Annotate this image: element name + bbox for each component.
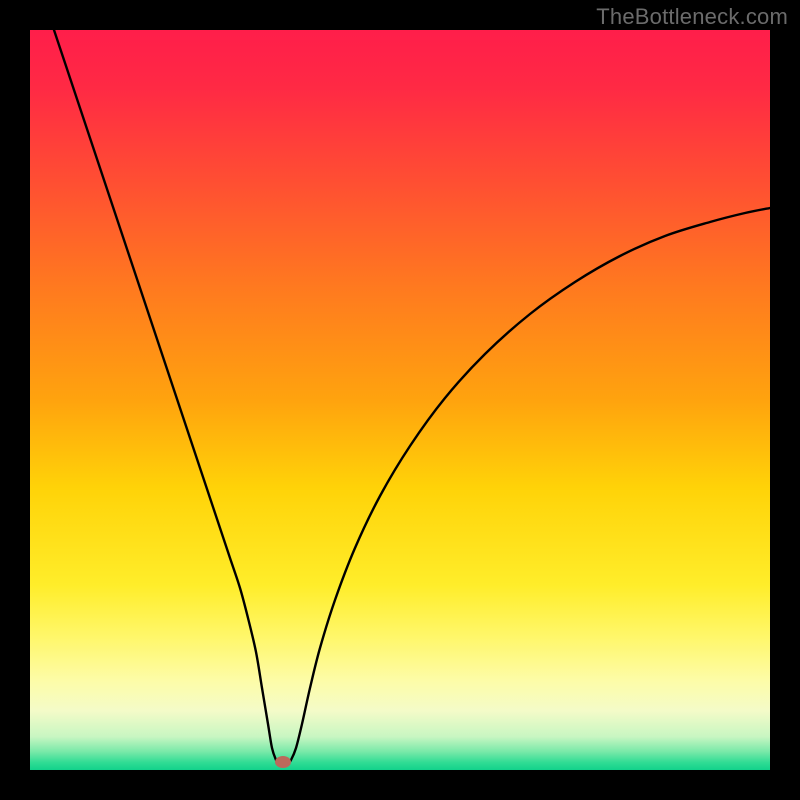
watermark-text: TheBottleneck.com — [596, 4, 788, 30]
bottleneck-chart — [0, 0, 800, 800]
optimal-point-marker — [275, 756, 291, 768]
chart-frame: TheBottleneck.com — [0, 0, 800, 800]
plot-background — [30, 30, 770, 770]
